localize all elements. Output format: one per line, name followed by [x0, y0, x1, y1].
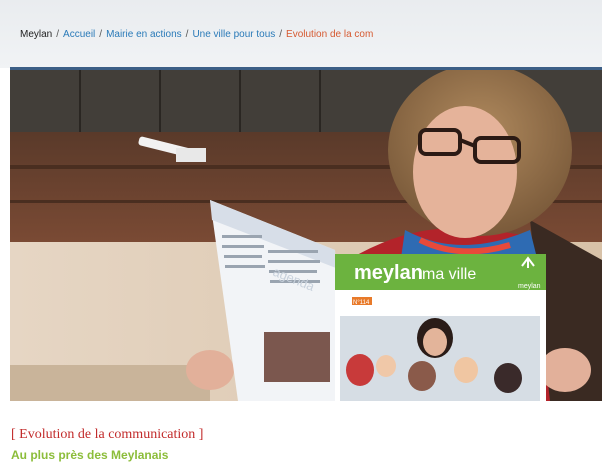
breadcrumb-mairie-en-actions[interactable]: Mairie en actions: [106, 29, 182, 40]
breadcrumb-accueil[interactable]: Accueil: [63, 29, 95, 40]
breadcrumb-home[interactable]: Meylan: [20, 29, 52, 40]
magazine-issue: N°114: [353, 300, 370, 306]
magazine-title: meylan: [354, 262, 423, 284]
article-heading: [ Evolution de la communication ]: [11, 427, 204, 442]
hero-photo: agenda meylan ma ville meylan N°114: [10, 70, 602, 401]
header-bar: Meylan / Accueil / Mairie en actions / Une vil…: [0, 0, 602, 68]
breadcrumb-separator: /: [279, 29, 283, 40]
breadcrumb-une-ville-pour-tous[interactable]: Une ville pour tous: [192, 29, 275, 40]
hero-illustration: agenda meylan ma ville meylan N°114: [10, 70, 602, 401]
magazine-logo: meylan: [518, 283, 541, 290]
magazine-subtitle: ma ville: [422, 266, 476, 283]
breadcrumb: Meylan / Accueil / Mairie en actions / Une vil…: [20, 29, 373, 41]
article-subheading: Au plus près des Meylanais: [11, 448, 169, 462]
breadcrumb-current: Evolution de la com: [286, 29, 374, 40]
breadcrumb-separator: /: [56, 29, 60, 40]
breadcrumb-separator: /: [185, 29, 189, 40]
breadcrumb-separator: /: [99, 29, 103, 40]
